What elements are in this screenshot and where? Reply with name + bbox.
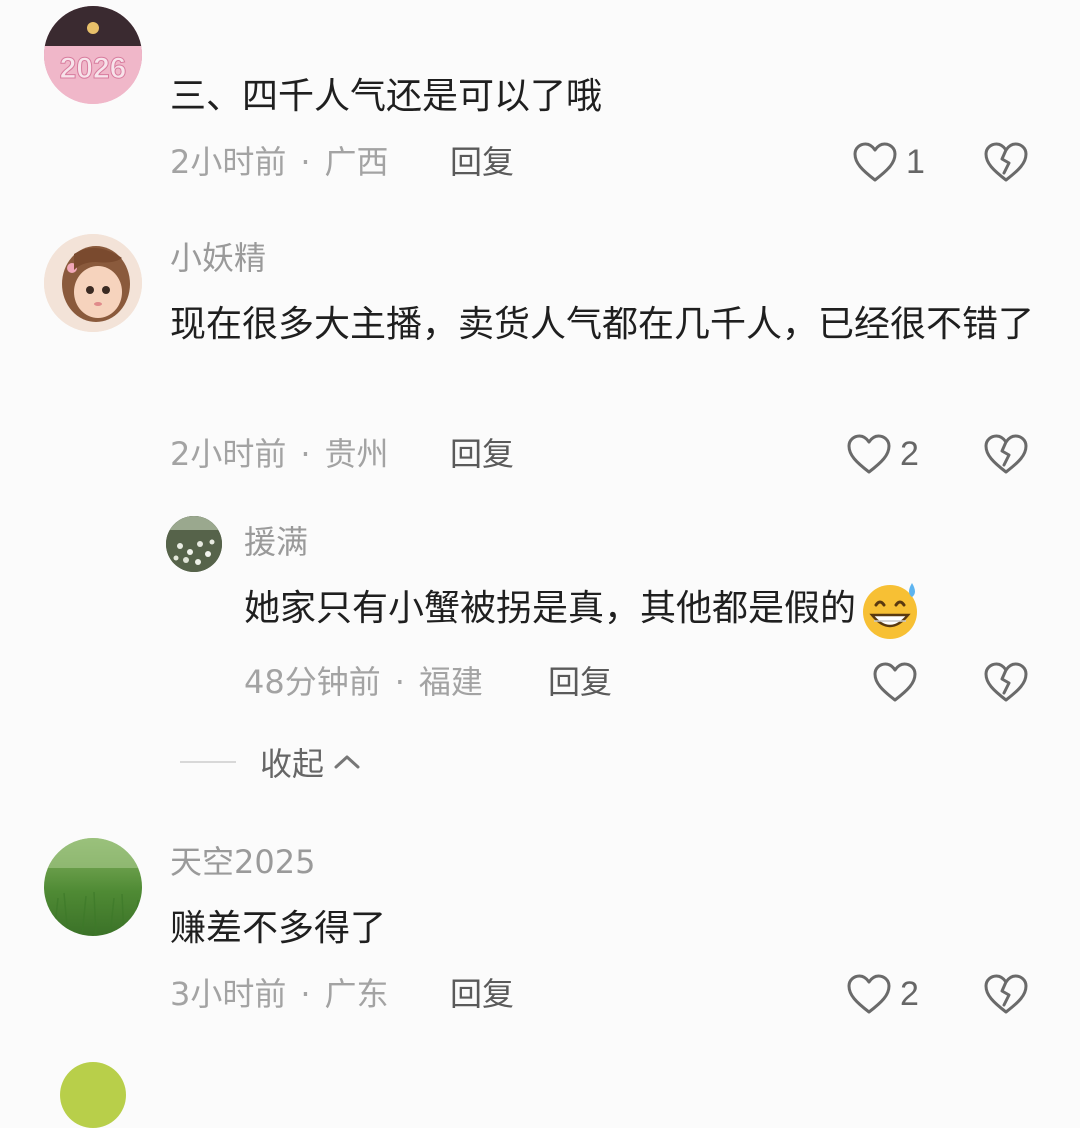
- like-count: 2: [900, 975, 919, 1013]
- like-button[interactable]: 2: [846, 429, 919, 479]
- heart-outline-icon: [847, 434, 891, 474]
- comment-text: 赚差不多得了: [170, 908, 387, 949]
- comment-meta: 3小时前 · 广东: [170, 975, 389, 1013]
- comment-time: 2小时前: [170, 435, 287, 473]
- comment-time: 48分钟前: [244, 663, 381, 701]
- comment-meta: 2小时前 · 贵州: [170, 435, 389, 473]
- like-count: 1: [906, 143, 925, 181]
- avatar-image: [44, 838, 142, 936]
- broken-heart-icon[interactable]: [983, 141, 1029, 183]
- like-button[interactable]: [872, 657, 926, 707]
- comment-meta: 48分钟前 · 福建: [244, 663, 483, 701]
- divider: [180, 761, 236, 763]
- heart-outline-icon: [853, 142, 897, 182]
- chevron-up-icon: [334, 755, 360, 769]
- username[interactable]: 天空2025: [170, 842, 315, 882]
- comment-location: 贵州: [324, 435, 389, 473]
- collapse-replies-button[interactable]: 收起: [180, 740, 362, 784]
- avatar[interactable]: [60, 1062, 126, 1128]
- comment-location: 广西: [324, 143, 389, 181]
- broken-heart-icon[interactable]: [983, 661, 1029, 703]
- comment-location: 福建: [418, 663, 483, 701]
- broken-heart-icon[interactable]: [983, 433, 1029, 475]
- comment-location: 广东: [324, 975, 389, 1013]
- collapse-label: 收起: [260, 745, 325, 783]
- avatar-image: [44, 234, 142, 332]
- comment-text: 现在很多大主播，卖货人气都在几千人，已经很不错了: [170, 304, 1035, 345]
- comment-text: 她家只有小蟹被拐是真，其他都是假的: [244, 578, 922, 641]
- username[interactable]: 小妖精: [170, 238, 266, 278]
- comment-time: 2小时前: [170, 143, 287, 181]
- avatar-text: 2026: [60, 52, 127, 85]
- avatar[interactable]: [166, 516, 222, 572]
- heart-outline-icon: [873, 662, 917, 702]
- avatar-image: [166, 516, 222, 572]
- like-count: 2: [900, 435, 919, 473]
- comment-time: 3小时前: [170, 975, 287, 1013]
- avatar-image: 2026: [44, 6, 142, 104]
- broken-heart-icon[interactable]: [983, 973, 1029, 1015]
- reply-button[interactable]: 回复: [450, 142, 514, 182]
- comment-text-body: 她家只有小蟹被拐是真，其他都是假的: [244, 588, 857, 629]
- comment-meta: 2小时前 · 广西: [170, 143, 389, 181]
- reply-button[interactable]: 回复: [450, 434, 514, 474]
- like-button[interactable]: 1: [852, 137, 925, 187]
- avatar[interactable]: [44, 838, 142, 936]
- grinning-sweat-emoji: [863, 583, 918, 639]
- avatar[interactable]: [44, 234, 142, 332]
- username[interactable]: 援满: [244, 522, 308, 562]
- reply-button[interactable]: 回复: [450, 974, 514, 1014]
- reply-button[interactable]: 回复: [548, 662, 612, 702]
- heart-outline-icon: [847, 974, 891, 1014]
- like-button[interactable]: 2: [846, 969, 919, 1019]
- comment-text: 三、四千人气还是可以了哦: [170, 76, 603, 117]
- avatar[interactable]: 2026: [44, 6, 142, 104]
